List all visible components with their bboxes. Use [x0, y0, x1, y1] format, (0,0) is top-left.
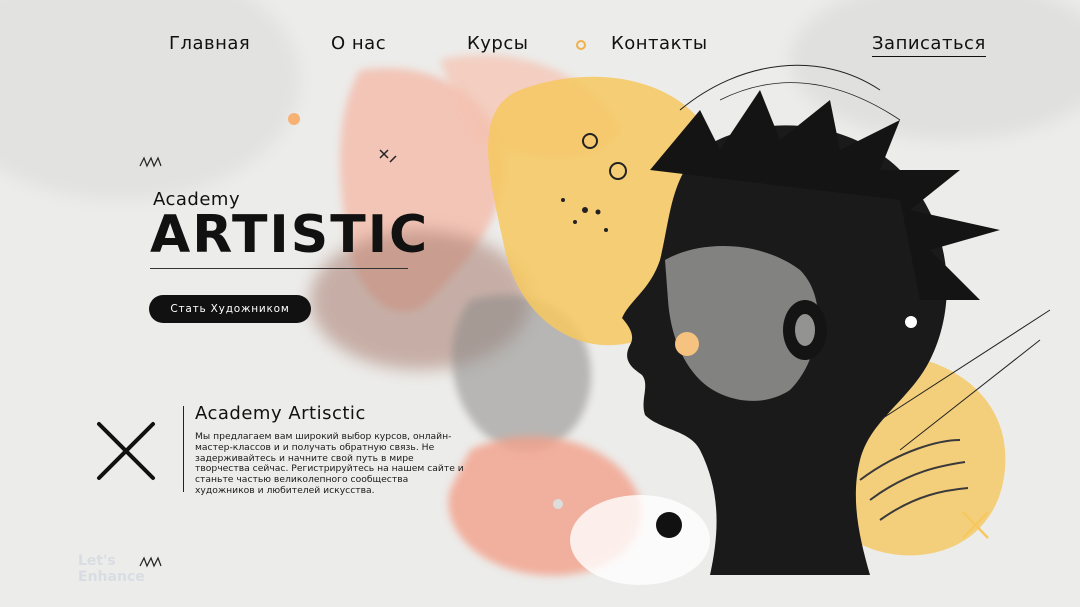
- about-title: Academy Artisctic: [195, 403, 366, 424]
- watermark-line-1: Let's: [78, 553, 116, 569]
- signup-link[interactable]: Записаться: [872, 33, 986, 57]
- nav-item-about[interactable]: О нас: [331, 33, 386, 54]
- watermark-line-2: Enhance: [78, 569, 145, 585]
- about-description: Мы предлагаем вам широкий выбор курсов, …: [195, 431, 464, 496]
- nav-item-contacts[interactable]: Контакты: [611, 33, 708, 54]
- hero-divider: [150, 268, 408, 269]
- dot-icon: [576, 40, 586, 50]
- hero-title: ARTISTIC: [150, 205, 430, 265]
- main-nav: Главная О нас Курсы Контакты Записаться: [0, 33, 1080, 61]
- watermark-logo: Let's Enhance: [78, 553, 145, 585]
- nav-item-courses[interactable]: Курсы: [467, 33, 528, 54]
- close-x-icon: [97, 422, 155, 480]
- become-artist-button[interactable]: Стать Художником: [149, 295, 311, 323]
- nav-item-home[interactable]: Главная: [169, 33, 250, 54]
- about-divider: [183, 406, 184, 492]
